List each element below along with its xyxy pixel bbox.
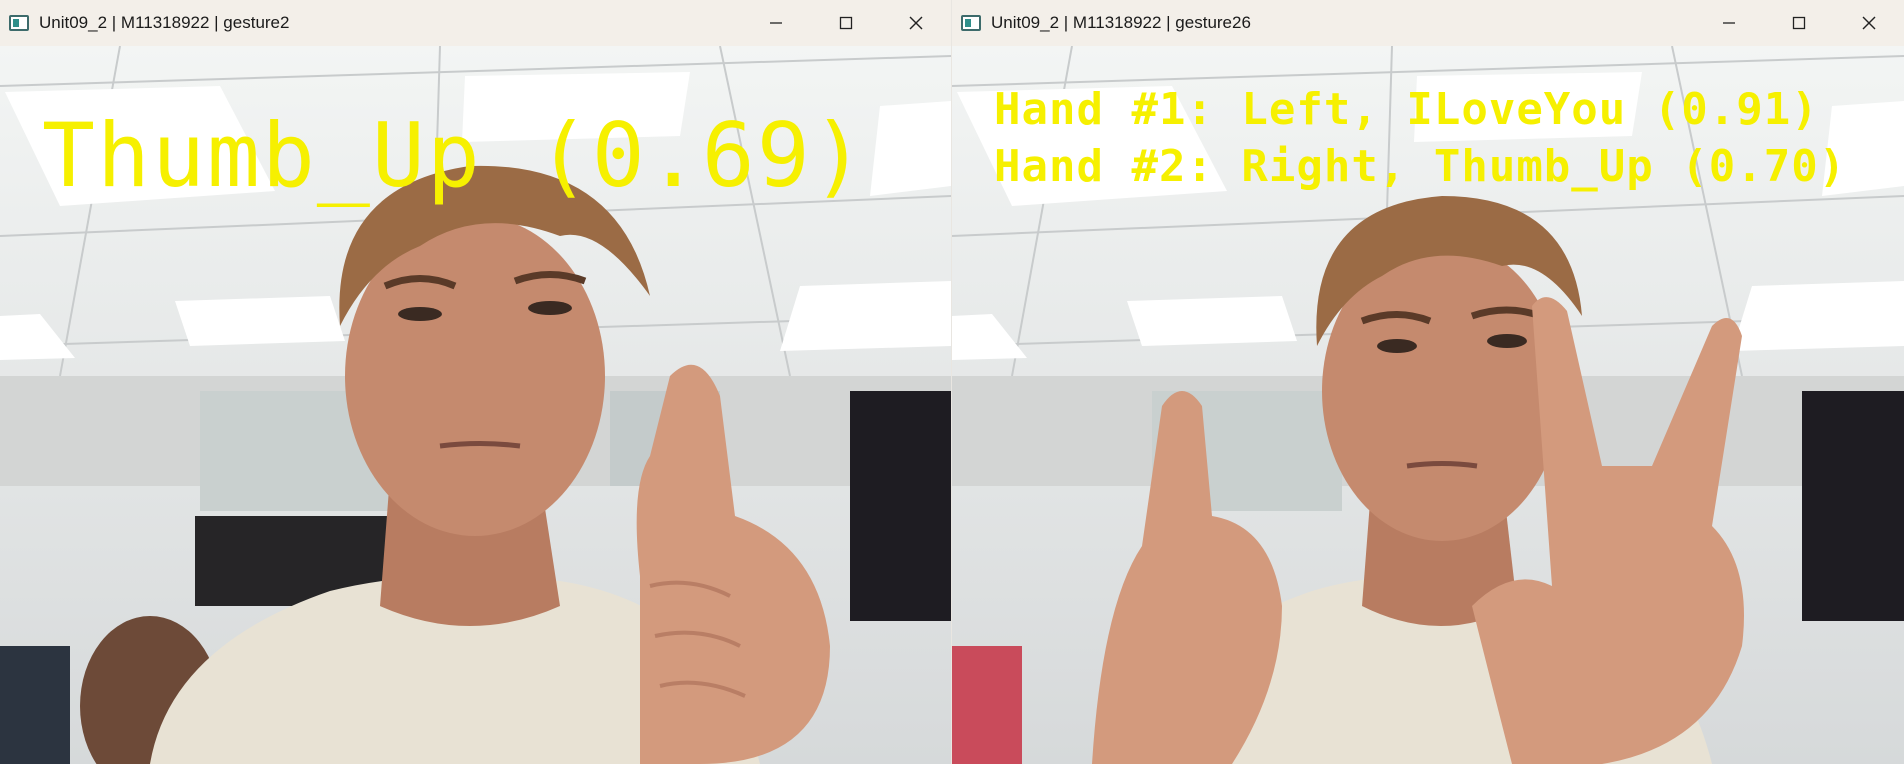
close-button[interactable] <box>881 0 951 46</box>
app-icon <box>9 15 29 31</box>
hand-1-result-label: Hand #1: Left, ILoveYou (0.91) <box>994 84 1819 135</box>
maximize-icon <box>1792 16 1806 30</box>
right-camera-view: Hand #1: Left, ILoveYou (0.91) Hand #2: … <box>952 46 1904 764</box>
left-camera-view: Thumb_Up (0.69) <box>0 46 951 764</box>
maximize-button[interactable] <box>811 0 881 46</box>
right-window-title: Unit09_2 | M11318922 | gesture26 <box>991 13 1251 32</box>
right-window: Unit09_2 | M11318922 | gesture26 Hand #1… <box>952 0 1904 764</box>
close-icon <box>909 16 923 30</box>
minimize-button[interactable] <box>1694 0 1764 46</box>
left-window-title: Unit09_2 | M11318922 | gesture2 <box>39 13 290 32</box>
maximize-button[interactable] <box>1764 0 1834 46</box>
right-title-bar[interactable]: Unit09_2 | M11318922 | gesture26 <box>952 0 1904 46</box>
maximize-icon <box>839 16 853 30</box>
close-icon <box>1862 16 1876 30</box>
minimize-button[interactable] <box>741 0 811 46</box>
close-button[interactable] <box>1834 0 1904 46</box>
minimize-icon <box>1723 22 1735 24</box>
gesture-result-label: Thumb_Up (0.69) <box>42 104 867 207</box>
left-window: Unit09_2 | M11318922 | gesture2 Thumb_Up… <box>0 0 951 764</box>
minimize-icon <box>770 22 782 24</box>
app-icon <box>961 15 981 31</box>
hand-2-result-label: Hand #2: Right, Thumb_Up (0.70) <box>994 141 1847 192</box>
left-title-bar[interactable]: Unit09_2 | M11318922 | gesture2 <box>0 0 951 46</box>
